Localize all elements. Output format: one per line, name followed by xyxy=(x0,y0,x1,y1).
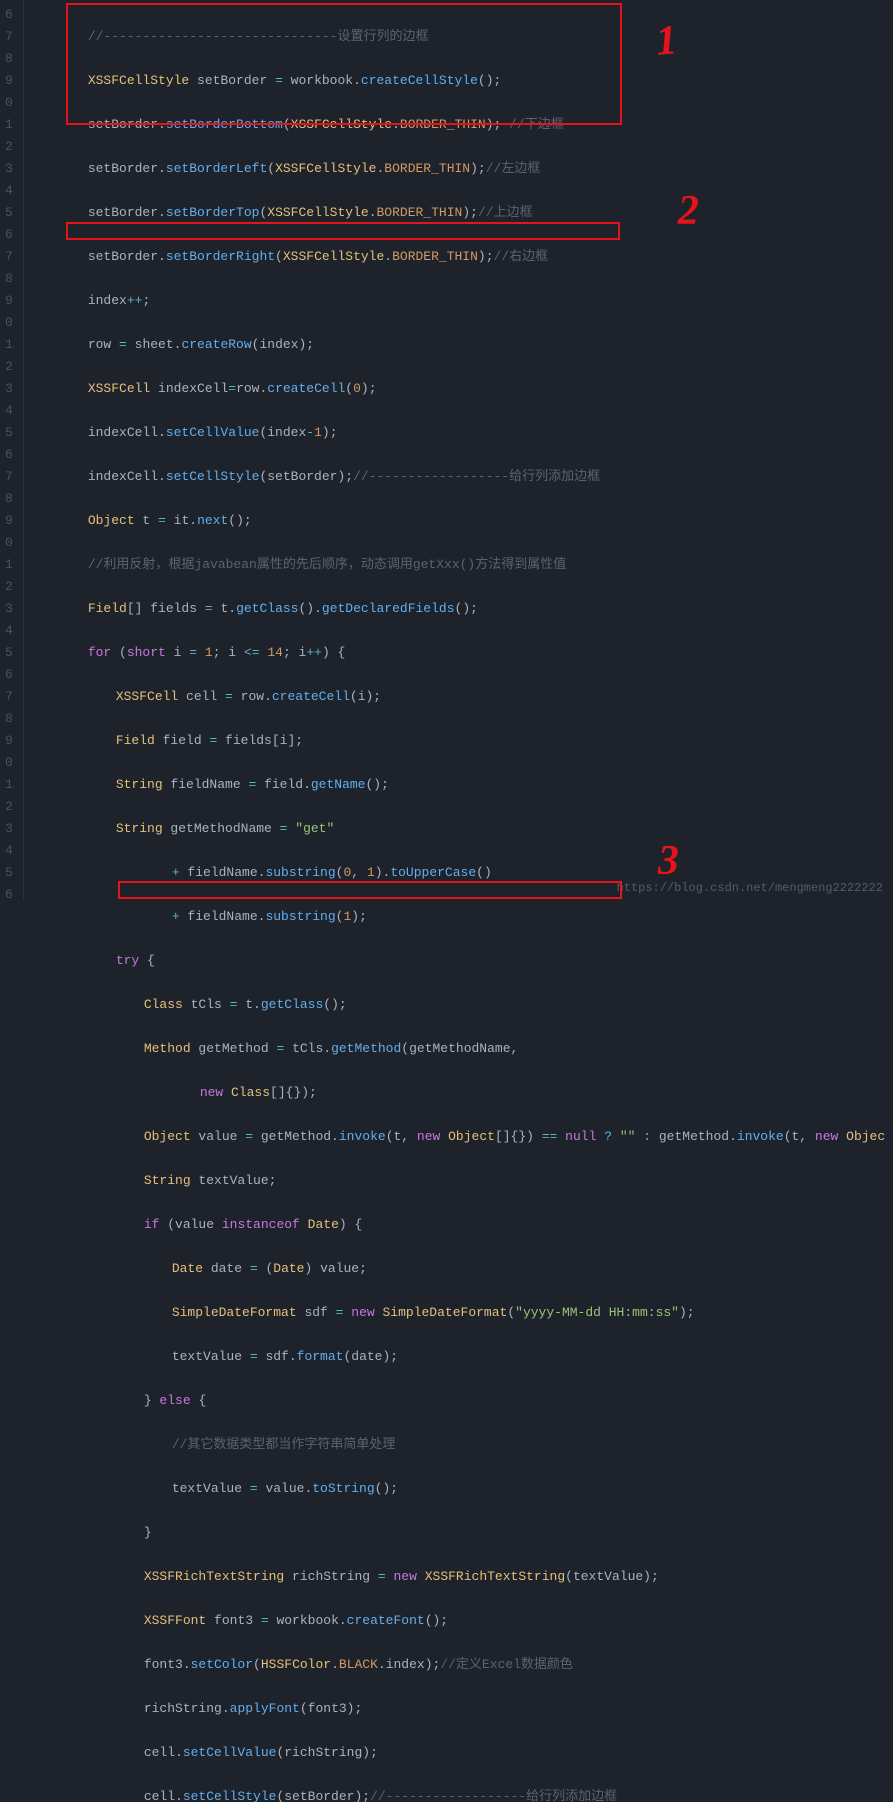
highlight-box-2 xyxy=(66,222,620,240)
line-number: 3 xyxy=(5,818,13,840)
line-number: 9 xyxy=(5,730,13,752)
code-line: //利用反射，根据javabean属性的先后顺序，动态调用getXxx()方法得… xyxy=(32,554,893,576)
code-line: new Class[]{}); xyxy=(32,1082,893,1104)
line-number: 9 xyxy=(5,510,13,532)
highlight-box-1 xyxy=(66,3,622,125)
code-line: indexCell.setCellStyle(setBorder);//----… xyxy=(32,466,893,488)
line-number: 8 xyxy=(5,268,13,290)
code-line: cell.setCellValue(richString); xyxy=(32,1742,893,1764)
line-number: 5 xyxy=(5,422,13,444)
code-line: XSSFFont font3 = workbook.createFont(); xyxy=(32,1610,893,1632)
code-editor: 6 7 8 9 0 1 2 3 4 5 6 7 8 9 0 1 2 3 4 5 … xyxy=(0,0,893,901)
line-number: 6 xyxy=(5,224,13,246)
code-line: textValue = value.toString(); xyxy=(32,1478,893,1500)
code-line: String getMethodName = "get" xyxy=(32,818,893,840)
code-area[interactable]: //------------------------------设置行列的边框 … xyxy=(24,0,893,901)
line-number: 4 xyxy=(5,840,13,862)
code-line: setBorder.setBorderBottom(XSSFCellStyle.… xyxy=(32,114,893,136)
line-number: 2 xyxy=(5,356,13,378)
line-number: 2 xyxy=(5,576,13,598)
line-number: 5 xyxy=(5,642,13,664)
line-number: 7 xyxy=(5,466,13,488)
line-number: 1 xyxy=(5,774,13,796)
code-line: Date date = (Date) value; xyxy=(32,1258,893,1280)
code-line: //其它数据类型都当作字符串简单处理 xyxy=(32,1434,893,1456)
line-number: 1 xyxy=(5,114,13,136)
line-number: 0 xyxy=(5,532,13,554)
code-line: XSSFCellStyle setBorder = workbook.creat… xyxy=(32,70,893,92)
code-line: setBorder.setBorderTop(XSSFCellStyle.BOR… xyxy=(32,202,893,224)
code-line: + fieldName.substring(1); xyxy=(32,906,893,928)
line-number: 7 xyxy=(5,246,13,268)
watermark: https://blog.csdn.net/mengmeng2222222 xyxy=(617,881,883,895)
line-number: 0 xyxy=(5,752,13,774)
code-line: index++; xyxy=(32,290,893,312)
line-number: 8 xyxy=(5,708,13,730)
code-line: String fieldName = field.getName(); xyxy=(32,774,893,796)
line-number: 3 xyxy=(5,378,13,400)
code-line: Field field = fields[i]; xyxy=(32,730,893,752)
code-line: XSSFRichTextString richString = new XSSF… xyxy=(32,1566,893,1588)
line-number: 0 xyxy=(5,92,13,114)
code-line: SimpleDateFormat sdf = new SimpleDateFor… xyxy=(32,1302,893,1324)
code-line: } else { xyxy=(32,1390,893,1412)
code-line: String textValue; xyxy=(32,1170,893,1192)
code-line: //------------------------------设置行列的边框 xyxy=(32,26,893,48)
line-number: 0 xyxy=(5,312,13,334)
line-number: 9 xyxy=(5,290,13,312)
code-line: Object t = it.next(); xyxy=(32,510,893,532)
line-number: 3 xyxy=(5,158,13,180)
line-number: 4 xyxy=(5,620,13,642)
line-number: 9 xyxy=(5,70,13,92)
line-number: 5 xyxy=(5,862,13,884)
line-number: 6 xyxy=(5,664,13,686)
code-line: setBorder.setBorderRight(XSSFCellStyle.B… xyxy=(32,246,893,268)
code-line: XSSFCell cell = row.createCell(i); xyxy=(32,686,893,708)
line-number: 4 xyxy=(5,400,13,422)
code-line: Object value = getMethod.invoke(t, new O… xyxy=(32,1126,893,1148)
code-line: setBorder.setBorderLeft(XSSFCellStyle.BO… xyxy=(32,158,893,180)
code-line: cell.setCellStyle(setBorder);//---------… xyxy=(32,1786,893,1802)
code-line: for (short i = 1; i <= 14; i++) { xyxy=(32,642,893,664)
line-number: 8 xyxy=(5,488,13,510)
code-line: row = sheet.createRow(index); xyxy=(32,334,893,356)
code-line: XSSFCell indexCell=row.createCell(0); xyxy=(32,378,893,400)
code-line: textValue = sdf.format(date); xyxy=(32,1346,893,1368)
line-number: 7 xyxy=(5,26,13,48)
code-line: Method getMethod = tCls.getMethod(getMet… xyxy=(32,1038,893,1060)
line-number: 6 xyxy=(5,4,13,26)
code-line: font3.setColor(HSSFColor.BLACK.index);//… xyxy=(32,1654,893,1676)
line-number: 1 xyxy=(5,334,13,356)
code-line: try { xyxy=(32,950,893,972)
line-number: 5 xyxy=(5,202,13,224)
code-line: } xyxy=(32,1522,893,1544)
code-line: Field[] fields = t.getClass().getDeclare… xyxy=(32,598,893,620)
line-number: 2 xyxy=(5,136,13,158)
line-number: 8 xyxy=(5,48,13,70)
line-number: 2 xyxy=(5,796,13,818)
code-line: if (value instanceof Date) { xyxy=(32,1214,893,1236)
line-number: 1 xyxy=(5,554,13,576)
line-number: 7 xyxy=(5,686,13,708)
line-number: 6 xyxy=(5,444,13,466)
line-number-gutter: 6 7 8 9 0 1 2 3 4 5 6 7 8 9 0 1 2 3 4 5 … xyxy=(0,0,24,901)
code-line: richString.applyFont(font3); xyxy=(32,1698,893,1720)
line-number: 6 xyxy=(5,884,13,906)
code-line: Class tCls = t.getClass(); xyxy=(32,994,893,1016)
line-number: 3 xyxy=(5,598,13,620)
line-number: 4 xyxy=(5,180,13,202)
code-line: indexCell.setCellValue(index-1); xyxy=(32,422,893,444)
